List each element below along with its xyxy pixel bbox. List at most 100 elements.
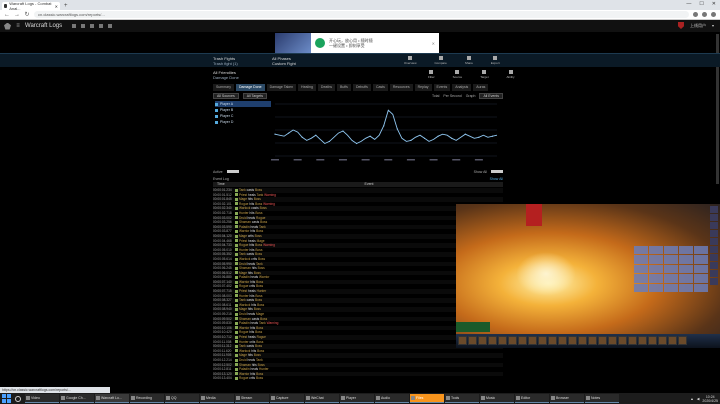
report-tool-button[interactable]: Share: [465, 56, 473, 65]
event-source: Warlock: [239, 206, 251, 211]
taskbar-item[interactable]: Notes: [585, 394, 619, 403]
fight-sub: Trash fight (1): [213, 61, 238, 66]
actor-tool-button[interactable]: Target: [480, 70, 489, 79]
view-tab[interactable]: Debuffs: [352, 84, 371, 91]
upload-icon[interactable]: [108, 24, 113, 28]
taskbar-item[interactable]: Stream: [235, 394, 269, 403]
taskbar-item[interactable]: Player: [340, 394, 374, 403]
taskbar-item[interactable]: Recording: [130, 394, 164, 403]
target-select[interactable]: All Targets: [242, 93, 267, 99]
network-icon[interactable]: ▲: [690, 397, 693, 401]
help-icon[interactable]: [99, 24, 104, 28]
actor-tool-button[interactable]: Source: [453, 70, 462, 79]
taskbar-item[interactable]: Files: [410, 394, 444, 403]
chevron-down-icon[interactable]: ▾: [712, 23, 714, 28]
view-tab[interactable]: Deaths: [317, 84, 336, 91]
taskbar-item[interactable]: Audio: [375, 394, 409, 403]
tool-icon: [438, 56, 443, 60]
view-tab[interactable]: Healing: [298, 84, 316, 91]
start-button-icon[interactable]: [2, 394, 11, 403]
table-row[interactable]: 00:00:13.404 Rogue crits Boss: [213, 376, 503, 381]
warcraftlogs-logo-icon[interactable]: [4, 22, 11, 30]
taskbar-item[interactable]: Music: [480, 394, 514, 403]
search-icon[interactable]: [15, 395, 21, 402]
taskbar-item[interactable]: Media: [200, 394, 234, 403]
bookmark-star-icon[interactable]: [693, 12, 698, 17]
taskbar-item[interactable]: QQ: [165, 394, 199, 403]
legend-name: Player D: [220, 120, 234, 124]
taskbar-item[interactable]: Tools: [445, 394, 479, 403]
new-tab-button[interactable]: +: [64, 2, 68, 10]
actor-selector[interactable]: All Friendlies Damage Done: [213, 70, 239, 80]
per-second-toggle[interactable]: Per Second: [443, 94, 461, 98]
view-tab[interactable]: Damage Done: [235, 84, 265, 91]
event-target: Tank: [255, 261, 263, 266]
settings-icon[interactable]: [90, 24, 95, 28]
search-icon[interactable]: [72, 24, 77, 28]
ability-icon: [235, 298, 238, 302]
menu-icon[interactable]: ≡: [15, 23, 21, 29]
view-tab[interactable]: Resources: [389, 84, 413, 91]
taskbar-item[interactable]: Capture: [270, 394, 304, 403]
timeline-slider[interactable]: [226, 170, 239, 173]
actor-tool-button[interactable]: Ability: [507, 70, 515, 79]
report-tool-button[interactable]: Compare: [435, 56, 447, 65]
back-icon[interactable]: ←: [4, 12, 10, 18]
site-title[interactable]: Warcraft Logs: [25, 23, 62, 29]
range-slider[interactable]: [491, 170, 503, 173]
browser-tab[interactable]: Warcraft Logs - Combat Anal... ✕: [2, 1, 60, 11]
view-tab[interactable]: Buffs: [337, 84, 351, 91]
event-target: Boss: [256, 279, 264, 284]
taskbar-item[interactable]: Google Ch...: [60, 394, 94, 403]
events-select[interactable]: All Events: [479, 93, 503, 99]
view-tab[interactable]: Damage Taken: [266, 84, 297, 91]
event-verb: hits: [249, 243, 255, 248]
phase-selector[interactable]: All Phases Custom Fight: [272, 56, 296, 66]
report-tool-button[interactable]: Export: [491, 56, 500, 65]
volume-icon[interactable]: ◀: [697, 397, 700, 401]
reload-icon[interactable]: ↻: [24, 11, 30, 18]
grid-icon[interactable]: [81, 24, 86, 28]
show-all-link[interactable]: Show All: [474, 170, 487, 174]
taskbar-item[interactable]: Editor: [515, 394, 549, 403]
report-tool-button[interactable]: Overview: [404, 56, 417, 65]
taskbar-item[interactable]: Warcraft Lo...: [95, 394, 129, 403]
ad-close-icon[interactable]: ✕: [432, 41, 435, 46]
view-tab[interactable]: Casts: [372, 84, 388, 91]
view-tab[interactable]: Summary: [213, 84, 234, 91]
forward-icon[interactable]: →: [14, 12, 20, 18]
taskbar-item-label: Files: [416, 396, 424, 400]
clock[interactable]: 10:24 2020/4/25: [702, 395, 718, 403]
actor-tool-button[interactable]: Filter: [428, 70, 435, 79]
view-tab[interactable]: Events: [433, 84, 451, 91]
tab-close-icon[interactable]: ✕: [55, 4, 58, 9]
taskbar-item[interactable]: Browser: [550, 394, 584, 403]
profile-icon[interactable]: [711, 12, 716, 17]
view-tab[interactable]: Analysis: [452, 84, 472, 91]
game-video-overlay[interactable]: [456, 204, 720, 348]
user-menu[interactable]: 上线用户 ▾: [677, 22, 714, 29]
column-header-time[interactable]: Time: [213, 182, 235, 187]
event-log-show-all-link[interactable]: Show All: [490, 177, 503, 181]
taskbar-item[interactable]: Video: [25, 394, 59, 403]
data-point: [423, 137, 426, 139]
extension-icon[interactable]: [702, 12, 707, 17]
taskbar-item[interactable]: WeChat: [305, 394, 339, 403]
ad-banner[interactable]: 开心玩，放心用 • 随时随 一键设置 • 即刻享受 ✕: [275, 33, 439, 53]
user-name[interactable]: 上线用户: [690, 23, 706, 29]
minimize-button[interactable]: —: [686, 1, 691, 7]
graph-toggle[interactable]: Graph: [466, 94, 476, 98]
fight-selector[interactable]: Trash Fights Trash fight (1): [213, 56, 238, 66]
view-tab[interactable]: Auras: [473, 84, 489, 91]
source-select[interactable]: All Sources: [213, 93, 239, 99]
url-field[interactable]: cn.classic.warcraftlogs.com/reports/...: [34, 11, 689, 18]
legend-row[interactable]: Player D: [215, 119, 271, 125]
event-verb: hits: [250, 229, 256, 234]
total-toggle[interactable]: Total: [432, 94, 439, 98]
view-tab[interactable]: Replay: [414, 84, 432, 91]
column-header-event[interactable]: Event: [235, 182, 503, 187]
event-target: Boss: [257, 302, 265, 307]
maximize-button[interactable]: ☐: [699, 1, 703, 7]
close-window-button[interactable]: ✕: [712, 1, 716, 7]
ability-icon: [235, 312, 238, 316]
